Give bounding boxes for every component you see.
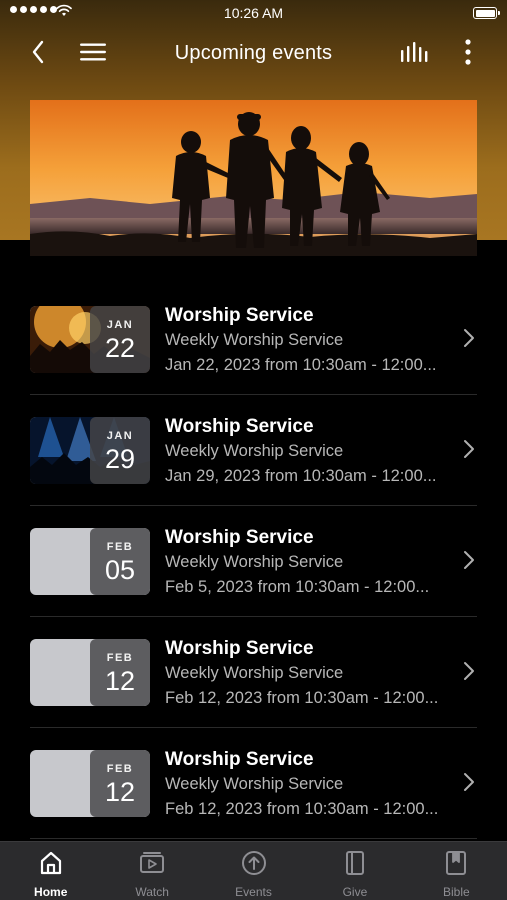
tab-label: Watch [135, 885, 169, 899]
equalizer-icon [401, 42, 428, 62]
tab-label: Give [342, 885, 368, 899]
status-time: 10:26 AM [223, 5, 284, 21]
chevron-right-icon [464, 662, 474, 680]
tab-label: Events [235, 885, 272, 899]
date-badge-day: 12 [104, 777, 136, 807]
tab-bible[interactable]: Bible [406, 842, 507, 900]
event-row[interactable]: FEB 12 Worship Service Weekly Worship Se… [0, 617, 507, 728]
event-title: Worship Service [165, 527, 314, 548]
event-thumbnail: JAN 22 [30, 306, 150, 373]
date-badge-month: JAN [106, 430, 134, 442]
event-title: Worship Service [165, 416, 314, 437]
date-badge: FEB 12 [90, 750, 150, 817]
event-datetime: Feb 12, 2023 from 10:30am - 12:00... [165, 800, 439, 818]
event-datetime: Jan 22, 2023 from 10:30am - 12:00... [165, 356, 437, 374]
date-badge-day: 05 [104, 555, 136, 585]
give-icon [345, 851, 364, 875]
filter-button[interactable] [398, 36, 430, 68]
event-list: JAN 22 Worship Service Weekly Worship Se… [0, 284, 507, 839]
home-icon [40, 851, 61, 875]
more-button[interactable] [452, 36, 484, 68]
date-badge-month: FEB [106, 763, 134, 775]
date-badge-day: 12 [104, 666, 136, 696]
row-divider [30, 838, 477, 839]
event-title: Worship Service [165, 749, 314, 770]
tab-label: Home [34, 885, 68, 899]
date-badge: JAN 22 [90, 306, 150, 373]
tab-bar: Home Watch Events Give Bible [0, 841, 507, 900]
date-badge: FEB 05 [90, 528, 150, 595]
arrow-up-circle-icon [241, 851, 266, 875]
chevron-right-icon [464, 551, 474, 569]
event-subtitle: Weekly Worship Service [165, 664, 344, 682]
navigation-bar: Upcoming events [0, 28, 507, 76]
event-datetime: Jan 29, 2023 from 10:30am - 12:00... [165, 467, 437, 485]
page-title: Upcoming events [174, 42, 333, 64]
bookmark-book-icon [446, 851, 467, 875]
sunset-silhouette-image [30, 100, 477, 256]
event-title: Worship Service [165, 638, 314, 659]
tab-watch[interactable]: Watch [101, 842, 202, 900]
tab-events[interactable]: Events [203, 842, 304, 900]
hero-image [30, 100, 477, 256]
event-row[interactable]: JAN 22 Worship Service Weekly Worship Se… [0, 284, 507, 395]
event-thumbnail: JAN 29 [30, 417, 150, 484]
event-thumbnail: FEB 05 [30, 528, 150, 595]
date-badge-month: FEB [106, 652, 134, 664]
date-badge-month: JAN [106, 319, 134, 331]
video-icon [140, 852, 165, 873]
date-badge: JAN 29 [90, 417, 150, 484]
event-subtitle: Weekly Worship Service [165, 553, 344, 571]
date-badge-day: 29 [104, 444, 136, 474]
chevron-right-icon [464, 773, 474, 791]
chevron-right-icon [464, 329, 474, 347]
event-title: Worship Service [165, 305, 314, 326]
event-subtitle: Weekly Worship Service [165, 331, 344, 349]
date-badge: FEB 12 [90, 639, 150, 706]
event-row[interactable]: FEB 12 Worship Service Weekly Worship Se… [0, 728, 507, 839]
date-badge-day: 22 [104, 333, 136, 363]
status-bar: 10:26 AM [0, 0, 507, 28]
event-row[interactable]: JAN 29 Worship Service Weekly Worship Se… [0, 395, 507, 506]
event-thumbnail: FEB 12 [30, 639, 150, 706]
event-row[interactable]: FEB 05 Worship Service Weekly Worship Se… [0, 506, 507, 617]
date-badge-month: FEB [106, 541, 134, 553]
event-datetime: Feb 12, 2023 from 10:30am - 12:00... [165, 689, 439, 707]
tab-label: Bible [442, 885, 470, 899]
tab-home[interactable]: Home [0, 842, 101, 900]
event-thumbnail: FEB 12 [30, 750, 150, 817]
tab-give[interactable]: Give [304, 842, 405, 900]
chevron-right-icon [464, 440, 474, 458]
event-datetime: Feb 5, 2023 from 10:30am - 12:00... [165, 578, 430, 596]
event-subtitle: Weekly Worship Service [165, 442, 344, 460]
more-vertical-icon [465, 39, 471, 65]
battery-icon [473, 7, 500, 19]
event-subtitle: Weekly Worship Service [165, 775, 344, 793]
